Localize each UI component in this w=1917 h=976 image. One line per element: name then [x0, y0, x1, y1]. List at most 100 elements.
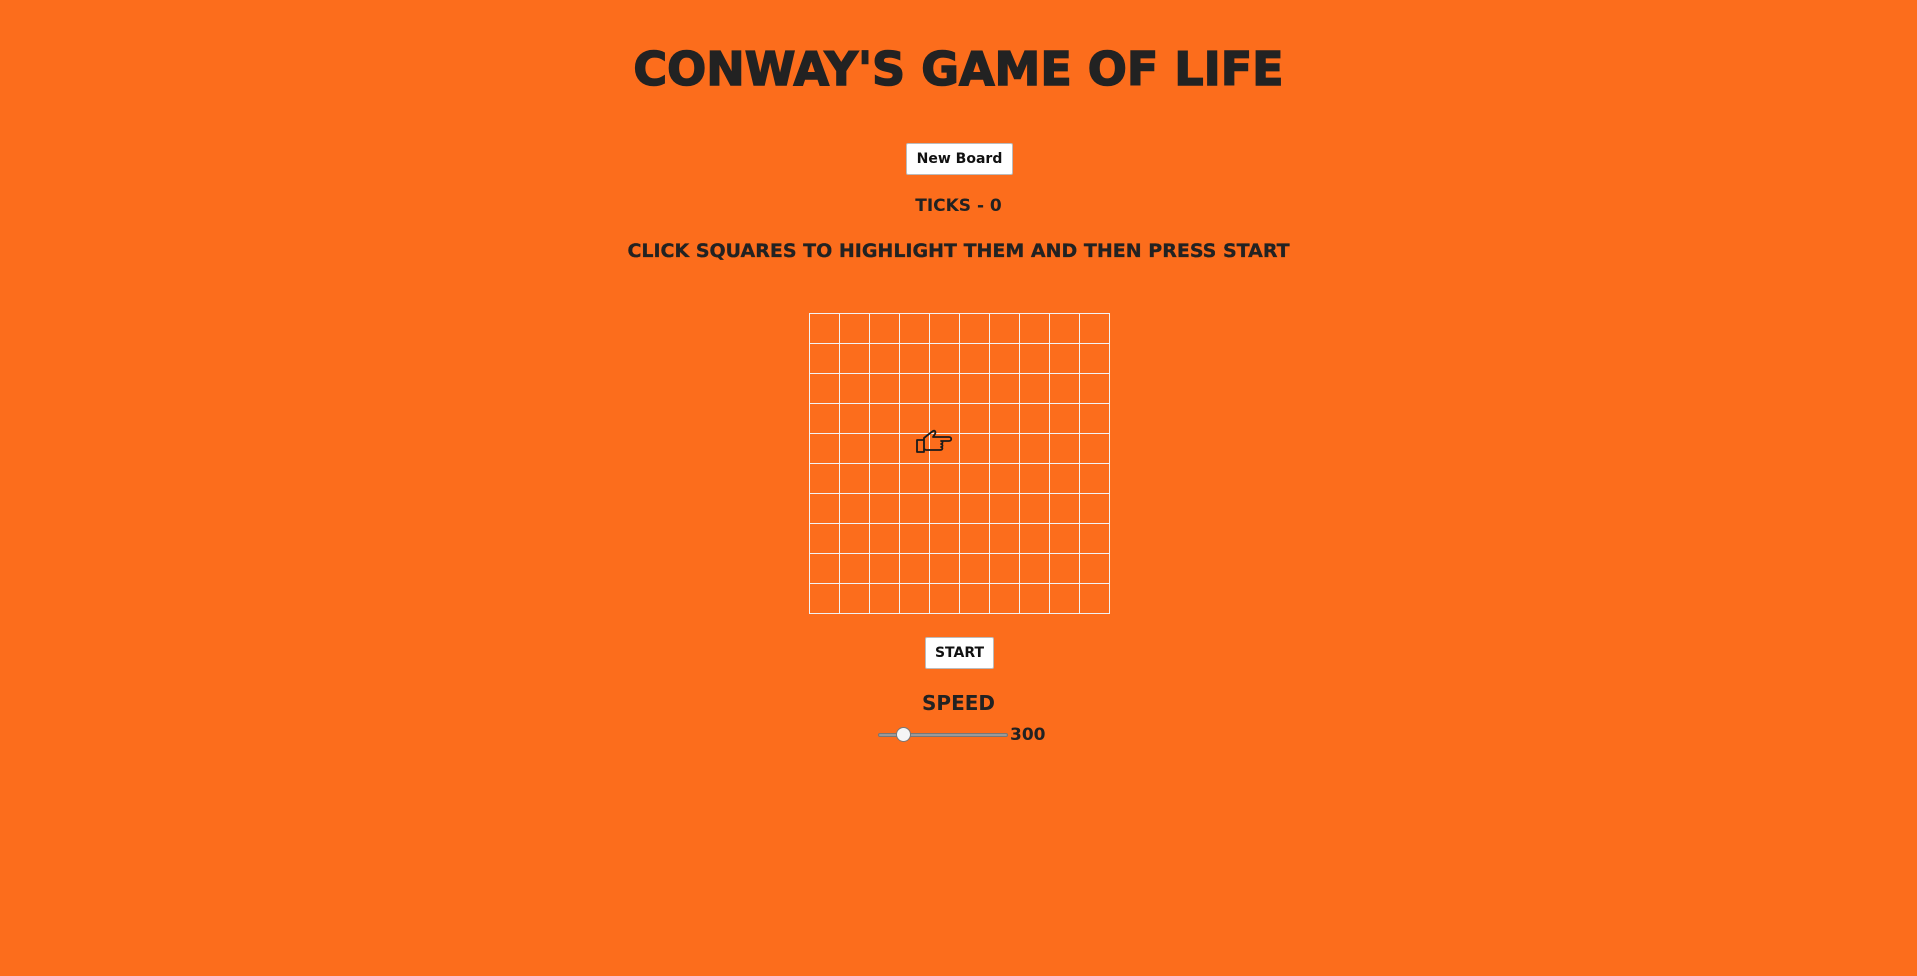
- board-cell[interactable]: [899, 493, 929, 523]
- speed-slider-thumb[interactable]: [896, 727, 912, 742]
- board-cell[interactable]: [989, 313, 1019, 343]
- board-cell[interactable]: [929, 373, 959, 403]
- board-cell[interactable]: [839, 313, 869, 343]
- board-cell[interactable]: [899, 373, 929, 403]
- board-cell[interactable]: [959, 523, 989, 553]
- board-cell[interactable]: [869, 583, 899, 613]
- board-cell[interactable]: [989, 523, 1019, 553]
- board-cell[interactable]: [1079, 463, 1109, 493]
- board-cell[interactable]: [1079, 493, 1109, 523]
- board-cell[interactable]: [839, 553, 869, 583]
- start-button[interactable]: START: [925, 637, 994, 669]
- board-cell[interactable]: [929, 343, 959, 373]
- board-cell[interactable]: [899, 523, 929, 553]
- board-cell[interactable]: [1019, 553, 1049, 583]
- board-cell[interactable]: [809, 373, 839, 403]
- board-cell[interactable]: [899, 343, 929, 373]
- board-cell[interactable]: [1019, 343, 1049, 373]
- board-cell[interactable]: [869, 463, 899, 493]
- board-cell[interactable]: [869, 313, 899, 343]
- board-cell[interactable]: [899, 553, 929, 583]
- board-cell[interactable]: [989, 493, 1019, 523]
- board-cell[interactable]: [959, 373, 989, 403]
- board-cell[interactable]: [989, 373, 1019, 403]
- board-cell[interactable]: [809, 523, 839, 553]
- board-cell[interactable]: [899, 583, 929, 613]
- board-cell[interactable]: [1019, 403, 1049, 433]
- board-cell[interactable]: [869, 523, 899, 553]
- board-cell[interactable]: [1019, 523, 1049, 553]
- board-cell[interactable]: [869, 373, 899, 403]
- board-cell[interactable]: [809, 583, 839, 613]
- board-cell[interactable]: [809, 343, 839, 373]
- board-cell[interactable]: [929, 433, 959, 463]
- board-cell[interactable]: [1079, 553, 1109, 583]
- board-cell[interactable]: [929, 403, 959, 433]
- board-cell[interactable]: [959, 433, 989, 463]
- board-cell[interactable]: [869, 343, 899, 373]
- board-cell[interactable]: [839, 373, 869, 403]
- board-cell[interactable]: [1079, 373, 1109, 403]
- board-cell[interactable]: [929, 463, 959, 493]
- board-cell[interactable]: [929, 313, 959, 343]
- board-cell[interactable]: [1049, 583, 1079, 613]
- board-cell[interactable]: [1019, 373, 1049, 403]
- board-cell[interactable]: [1049, 553, 1079, 583]
- board-cell[interactable]: [959, 403, 989, 433]
- board-cell[interactable]: [1019, 463, 1049, 493]
- new-board-button[interactable]: New Board: [906, 143, 1013, 175]
- board-cell[interactable]: [989, 343, 1019, 373]
- board-cell[interactable]: [1079, 343, 1109, 373]
- board-cell[interactable]: [839, 433, 869, 463]
- board-cell[interactable]: [869, 403, 899, 433]
- board-cell[interactable]: [809, 313, 839, 343]
- board-cell[interactable]: [1019, 313, 1049, 343]
- board-cell[interactable]: [1049, 373, 1079, 403]
- board-cell[interactable]: [1049, 493, 1079, 523]
- board-cell[interactable]: [839, 463, 869, 493]
- board-cell[interactable]: [899, 433, 929, 463]
- board-cell[interactable]: [959, 343, 989, 373]
- board-cell[interactable]: [869, 493, 899, 523]
- board-cell[interactable]: [1019, 493, 1049, 523]
- board-cell[interactable]: [1079, 313, 1109, 343]
- board-cell[interactable]: [869, 433, 899, 463]
- board-cell[interactable]: [1079, 523, 1109, 553]
- board-cell[interactable]: [899, 463, 929, 493]
- board-cell[interactable]: [809, 433, 839, 463]
- speed-slider[interactable]: [878, 724, 1008, 746]
- board-cell[interactable]: [869, 553, 899, 583]
- board-cell[interactable]: [839, 583, 869, 613]
- board-cell[interactable]: [929, 583, 959, 613]
- board-cell[interactable]: [959, 583, 989, 613]
- board-cell[interactable]: [839, 523, 869, 553]
- board-cell[interactable]: [929, 523, 959, 553]
- board-cell[interactable]: [929, 493, 959, 523]
- board-cell[interactable]: [1049, 343, 1079, 373]
- board-cell[interactable]: [809, 403, 839, 433]
- board-cell[interactable]: [1019, 433, 1049, 463]
- board-cell[interactable]: [1079, 433, 1109, 463]
- board-cell[interactable]: [1049, 463, 1079, 493]
- board-cell[interactable]: [1019, 583, 1049, 613]
- board-cell[interactable]: [959, 313, 989, 343]
- board-cell[interactable]: [959, 493, 989, 523]
- board-cell[interactable]: [989, 583, 1019, 613]
- board-cell[interactable]: [989, 553, 1019, 583]
- board-cell[interactable]: [989, 403, 1019, 433]
- board-cell[interactable]: [1049, 523, 1079, 553]
- board-cell[interactable]: [839, 493, 869, 523]
- board-cell[interactable]: [1049, 403, 1079, 433]
- board-cell[interactable]: [809, 553, 839, 583]
- board-cell[interactable]: [1079, 403, 1109, 433]
- board-cell[interactable]: [989, 433, 1019, 463]
- board-cell[interactable]: [839, 403, 869, 433]
- board-cell[interactable]: [1049, 433, 1079, 463]
- board-cell[interactable]: [959, 553, 989, 583]
- board-cell[interactable]: [959, 463, 989, 493]
- board-cell[interactable]: [809, 463, 839, 493]
- board-cell[interactable]: [809, 493, 839, 523]
- board-cell[interactable]: [1079, 583, 1109, 613]
- board-cell[interactable]: [929, 553, 959, 583]
- board-cell[interactable]: [1049, 313, 1079, 343]
